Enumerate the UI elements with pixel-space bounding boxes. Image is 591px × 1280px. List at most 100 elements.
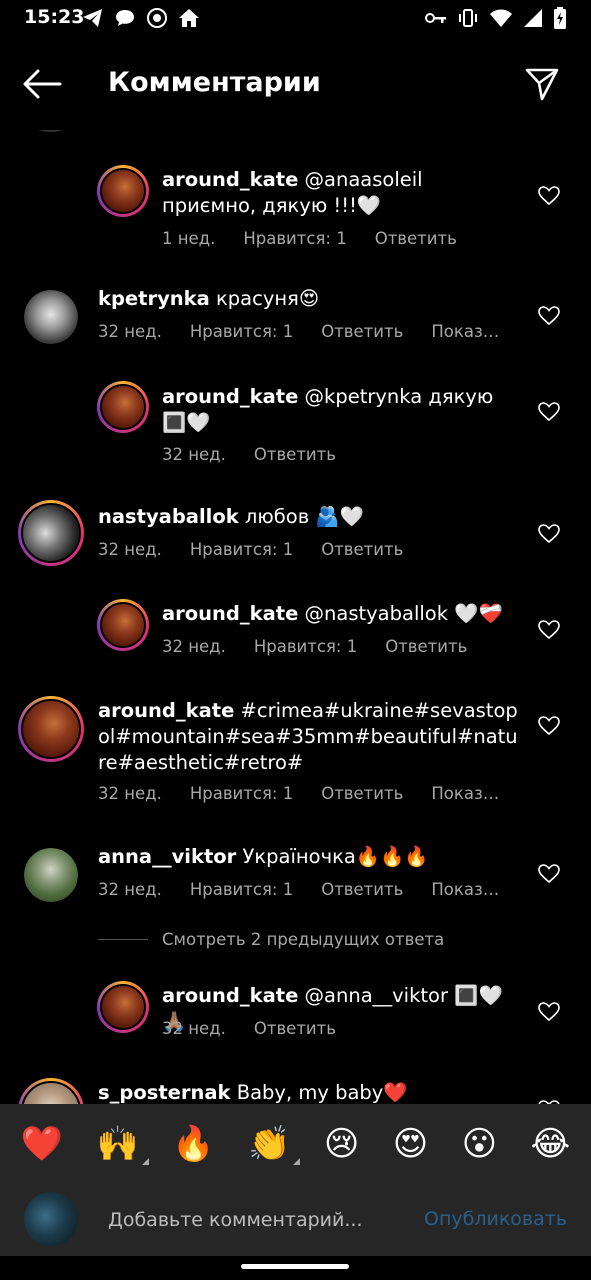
emoji-fire-button[interactable]: 🔥	[172, 1127, 214, 1161]
emoji-glyph: 👏	[248, 1124, 291, 1164]
reply-button[interactable]: Ответить	[254, 1019, 336, 1038]
reply-button[interactable]: Ответить	[385, 637, 467, 656]
comment-meta: 32 нед. Нравится: 1 Ответить	[98, 540, 431, 559]
comment-text: anna__viktor Україночка🔥🔥🔥	[98, 844, 518, 870]
avatar[interactable]	[97, 381, 149, 433]
like-heart-icon[interactable]	[538, 864, 560, 884]
emoji-heart-eyes-button[interactable]: 😍	[393, 1127, 428, 1161]
comment-username[interactable]: around_kate	[162, 602, 298, 625]
comment-likes[interactable]: Нравится: 1	[190, 880, 293, 899]
camera-timer-icon	[147, 8, 167, 28]
comment-username[interactable]: around_kate	[162, 168, 298, 191]
comment-username[interactable]: around_kate	[162, 385, 298, 408]
view-replies-label[interactable]: Смотреть 2 предыдущих ответа	[162, 930, 444, 949]
reply-button[interactable]: Ответить	[321, 540, 403, 559]
comment-likes[interactable]: Нравится: 1	[190, 784, 293, 803]
reply-button[interactable]: Ответить	[321, 322, 403, 341]
comment-username[interactable]: kpetrynka	[98, 287, 210, 310]
avatar[interactable]	[18, 500, 84, 566]
emoji-clap-button[interactable]: 👏	[248, 1124, 301, 1165]
show-translation-button[interactable]: Показ…	[431, 322, 499, 341]
comment-input[interactable]	[108, 1206, 408, 1234]
battery-charging-icon	[554, 7, 566, 29]
chat-bubble-icon	[116, 10, 134, 26]
comment-input-bar: Опубликовать	[0, 1184, 591, 1256]
avatar[interactable]	[97, 599, 149, 651]
skin-tone-indicator	[141, 1158, 149, 1165]
emoji-raising-hands-button[interactable]: 🙌	[97, 1127, 149, 1165]
signal-icon	[524, 9, 542, 27]
like-heart-icon[interactable]	[538, 306, 560, 326]
comment-text: around_kate @anaasoleil приємно, дякую !…	[162, 167, 512, 219]
avatar[interactable]	[97, 981, 149, 1033]
comment-username[interactable]: s_posternak	[98, 1081, 231, 1104]
comments-list[interactable]: around_kate @anaasoleil приємно, дякую !…	[0, 130, 591, 1104]
comment-time: 32 нед.	[98, 322, 162, 341]
comment-text: nastyaballok любов 🫂🤍	[98, 504, 518, 530]
home-indicator[interactable]	[241, 1264, 349, 1269]
like-heart-icon[interactable]	[538, 1002, 560, 1022]
comment-time: 32 нед.	[162, 445, 226, 464]
wifi-icon	[490, 9, 512, 27]
home-icon	[179, 9, 199, 27]
like-heart-icon[interactable]	[538, 716, 560, 736]
comment-time: 1 нед.	[162, 229, 216, 248]
comment-username[interactable]: around_kate	[162, 984, 298, 1007]
back-button[interactable]	[22, 68, 62, 100]
emoji-quick-bar: ❤️ 🙌 🔥 👏 😢 😍 😮 😂	[0, 1104, 591, 1184]
reply-button[interactable]: Ответить	[321, 784, 403, 803]
comment-meta: 32 нед. Нравится: 1 Ответить Показ…	[98, 784, 527, 803]
emoji-heart-button[interactable]: ❤️	[21, 1127, 63, 1161]
comment-likes[interactable]: Нравится: 1	[243, 229, 346, 248]
header: Комментарии	[0, 38, 591, 130]
comment-body: Baby, my baby❤️	[230, 1081, 408, 1104]
comment-text: kpetrynka красуня😍	[98, 286, 518, 312]
comment-body: Україночка🔥🔥🔥	[236, 845, 429, 868]
comment-meta: 1 нед. Нравится: 1 Ответить	[162, 229, 485, 248]
telegram-icon	[83, 9, 102, 27]
like-heart-icon[interactable]	[538, 402, 560, 422]
like-heart-icon[interactable]	[538, 524, 560, 544]
comment-likes[interactable]: Нравится: 1	[254, 637, 357, 656]
avatar[interactable]	[24, 290, 78, 344]
comment-text: around_kate #crimea#ukraine#sevastopol#m…	[98, 698, 520, 776]
comment-meta: 32 нед. Ответить	[162, 1019, 364, 1038]
show-translation-button[interactable]: Показ…	[431, 784, 499, 803]
comment-username[interactable]: nastyaballok	[98, 505, 239, 528]
comment-body: красуня😍	[209, 287, 320, 310]
status-right-icons	[425, 7, 567, 29]
comment-likes[interactable]: Нравится: 1	[190, 540, 293, 559]
status-left-icons	[82, 7, 200, 29]
avatar[interactable]	[24, 130, 78, 132]
avatar[interactable]	[97, 165, 149, 217]
send-button[interactable]	[524, 66, 560, 102]
comment-time: 32 нед.	[162, 1019, 226, 1038]
comment-likes[interactable]: Нравится: 1	[190, 322, 293, 341]
comment-username[interactable]: around_kate	[98, 699, 234, 722]
reply-button[interactable]: Ответить	[321, 880, 403, 899]
navigation-bar	[0, 1256, 591, 1280]
like-heart-icon[interactable]	[538, 186, 560, 206]
comment-body: любов 🫂🤍	[238, 505, 364, 528]
comment-meta: 32 нед. Нравится: 1 Ответить	[162, 637, 495, 656]
current-user-avatar	[24, 1192, 78, 1246]
comment-username[interactable]: anna__viktor	[98, 845, 236, 868]
reply-button[interactable]: Ответить	[254, 445, 336, 464]
show-translation-button[interactable]: Показ…	[431, 880, 499, 899]
comment-body: @nastyaballok 🤍❤️‍🩹	[298, 602, 503, 625]
emoji-laughing-button[interactable]: 😂	[531, 1127, 571, 1161]
post-button[interactable]: Опубликовать	[424, 1208, 567, 1230]
avatar[interactable]	[24, 848, 78, 902]
view-previous-replies[interactable]: Смотреть 2 предыдущих ответа	[98, 930, 444, 949]
avatar[interactable]	[18, 696, 84, 762]
vibrate-icon	[459, 9, 477, 27]
comment-text: around_kate @kpetrynka дякую 🔳🤍	[162, 384, 512, 436]
emoji-surprised-button[interactable]: 😮	[462, 1127, 497, 1161]
comment-time: 32 нед.	[98, 784, 162, 803]
reply-button[interactable]: Ответить	[375, 229, 457, 248]
avatar[interactable]	[18, 1078, 84, 1104]
like-heart-icon[interactable]	[538, 620, 560, 640]
comment-time: 32 нед.	[98, 540, 162, 559]
emoji-crying-button[interactable]: 😢	[324, 1127, 359, 1161]
comment-meta: 32 нед. Нравится: 1 Ответить Показ…	[98, 322, 527, 341]
